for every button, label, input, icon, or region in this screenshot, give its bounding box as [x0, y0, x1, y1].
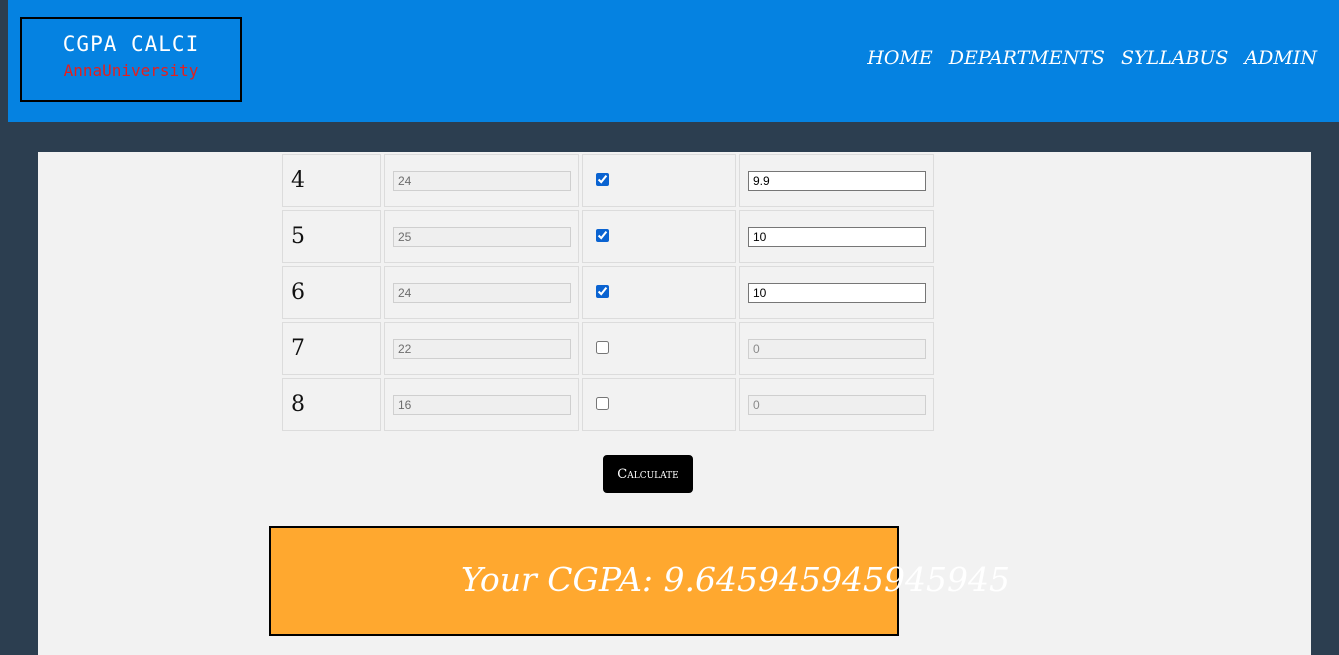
table-row: 4 — [282, 154, 934, 207]
result-box: Your CGPA: 9.645945945945945 — [269, 526, 1010, 636]
main-content: 4 5 6 7 — [38, 152, 1311, 655]
semester-number: 6 — [291, 280, 305, 305]
include-checkbox[interactable] — [596, 229, 609, 242]
semester-number: 8 — [291, 392, 305, 417]
table-row: 8 — [282, 378, 934, 431]
nav-home[interactable]: HOME — [867, 47, 932, 69]
navbar: CGPA CALCI AnnaUniversity HOME DEPARTMEN… — [8, 0, 1339, 122]
calculate-button[interactable]: Calculate — [603, 455, 693, 493]
nav-departments[interactable]: DEPARTMENTS — [949, 47, 1105, 69]
gpa-field[interactable] — [748, 226, 926, 247]
table-row: 7 — [282, 322, 934, 375]
credits-field[interactable] — [393, 226, 571, 247]
gpa-field[interactable] — [748, 394, 926, 415]
include-checkbox[interactable] — [596, 397, 609, 410]
logo-subtitle: AnnaUniversity — [63, 61, 199, 80]
table-row: 6 — [282, 266, 934, 319]
semester-number: 5 — [291, 224, 305, 249]
table-row: 5 — [282, 210, 934, 263]
credits-field[interactable] — [393, 394, 571, 415]
semester-table: 4 5 6 7 — [279, 152, 937, 434]
gpa-field[interactable] — [748, 338, 926, 359]
include-checkbox[interactable] — [596, 341, 609, 354]
cgpa-result: Your CGPA: 9.645945945945945 — [461, 560, 1010, 599]
include-checkbox[interactable] — [596, 173, 609, 186]
logo[interactable]: CGPA CALCI AnnaUniversity — [20, 17, 242, 102]
credits-field[interactable] — [393, 282, 571, 303]
nav-links: HOME DEPARTMENTS SYLLABUS ADMIN — [867, 47, 1317, 69]
credits-field[interactable] — [393, 338, 571, 359]
gpa-field[interactable] — [748, 170, 926, 191]
include-checkbox[interactable] — [596, 285, 609, 298]
gpa-field[interactable] — [748, 282, 926, 303]
credits-field[interactable] — [393, 170, 571, 191]
nav-admin[interactable]: ADMIN — [1244, 47, 1317, 69]
semester-number: 4 — [291, 168, 305, 193]
nav-syllabus[interactable]: SYLLABUS — [1121, 47, 1229, 69]
logo-title: CGPA CALCI — [62, 32, 200, 56]
semester-number: 7 — [291, 336, 305, 361]
